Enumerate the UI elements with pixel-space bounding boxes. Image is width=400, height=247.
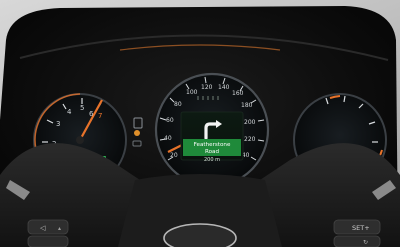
speed-label-100: 100 — [186, 89, 198, 96]
up-arrow-icon: ▴ — [58, 225, 61, 232]
tach-label-6: 6 — [89, 110, 94, 118]
speed-label-140: 140 — [218, 84, 230, 91]
street-name-line2: Road — [205, 149, 219, 155]
speed-label-80: 80 — [174, 101, 182, 108]
tach-label-7: 7 — [98, 112, 102, 120]
street-name-line1: Featherstone — [194, 142, 231, 148]
tach-label-4: 4 — [67, 108, 72, 116]
speed-label-120: 120 — [201, 84, 213, 91]
tach-label-5: 5 — [80, 104, 84, 112]
speed-label-220: 220 — [244, 136, 256, 143]
steering-logo-ring — [163, 223, 237, 247]
left-steering-buttons[interactable] — [27, 219, 69, 247]
engine-warning-icon — [134, 130, 140, 136]
set-plus-button-label: SET+ — [352, 224, 370, 232]
speed-label-200: 200 — [244, 119, 256, 126]
instrument-cluster-photo: 1 2 3 4 5 6 7 20 40 60 80 100 — [0, 6, 400, 247]
speed-label-180: 180 — [241, 102, 253, 109]
left-arrow-icon: ◁ — [40, 224, 46, 232]
speed-label-160: 160 — [232, 90, 244, 97]
speed-label-20: 20 — [170, 152, 178, 159]
cruise-icon: ↻ — [363, 239, 368, 246]
tach-label-3: 3 — [56, 120, 60, 128]
speed-label-60: 60 — [166, 117, 174, 124]
speed-label-40: 40 — [164, 135, 172, 142]
distance-readout: 200 m — [204, 157, 220, 163]
